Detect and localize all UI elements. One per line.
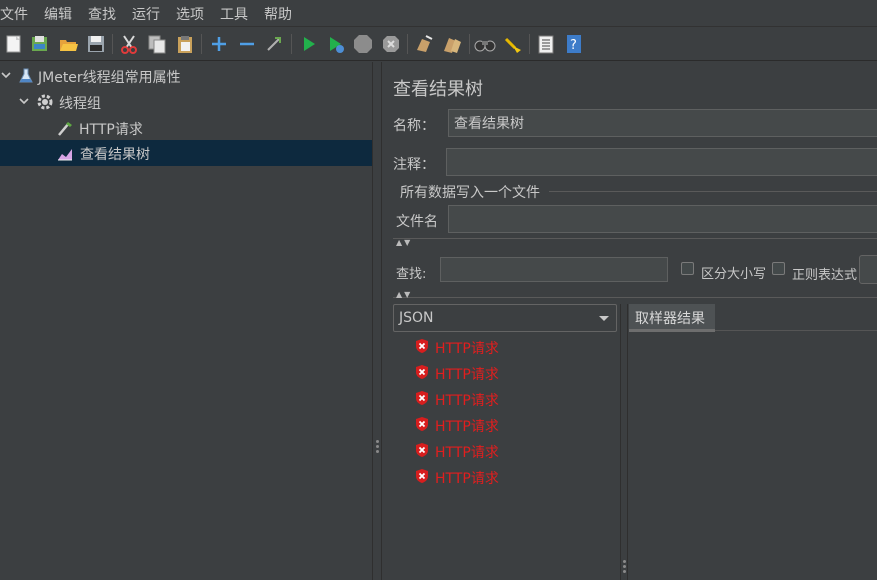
filename-field[interactable] [448, 205, 877, 233]
save-icon[interactable] [85, 33, 107, 55]
comment-label: 注释： [393, 157, 435, 173]
renderer-select[interactable]: JSON [393, 304, 617, 332]
result-label: HTTP请求 [435, 419, 499, 435]
start-no-pause-icon[interactable] [325, 33, 347, 55]
collapse-arrows-icon[interactable]: ▲▼ [396, 290, 412, 299]
search-input[interactable] [440, 257, 668, 282]
search-label: 查找: [396, 267, 427, 282]
chevron-down-icon [599, 316, 609, 321]
menu-bar: 文件 编辑 查找 运行 选项 工具 帮助 [0, 0, 877, 27]
name-field[interactable] [448, 109, 877, 137]
open-icon[interactable] [57, 33, 79, 55]
menu-search[interactable]: 查找 [88, 4, 116, 24]
result-label: HTTP请求 [435, 471, 499, 487]
search-icon[interactable] [474, 33, 496, 55]
regex-label: 正则表达式 [792, 268, 858, 283]
error-shield-icon [416, 365, 428, 379]
menu-help[interactable]: 帮助 [264, 4, 292, 24]
cut-icon[interactable] [118, 33, 140, 55]
clear-icon[interactable] [413, 33, 435, 55]
chevron-down-icon[interactable] [0, 68, 12, 82]
tree-item-http-request[interactable]: HTTP请求 [0, 115, 372, 141]
error-shield-icon [416, 391, 428, 405]
filename-label: 文件名 [396, 214, 438, 230]
view-results-tree-panel: 查看结果树 名称： 注释： 所有数据写入一个文件 文件名 ▲▼ 查找: 区分大小… [382, 62, 877, 580]
help-icon[interactable]: ? [563, 33, 585, 55]
new-file-icon[interactable] [3, 33, 25, 55]
menu-tools[interactable]: 工具 [220, 4, 248, 24]
tree-item-label: HTTP请求 [79, 122, 143, 138]
expand-icon[interactable] [208, 33, 230, 55]
clear-all-icon[interactable] [441, 33, 463, 55]
error-shield-icon [416, 469, 428, 483]
tab-label: 取样器结果 [635, 311, 705, 327]
test-plan-tree: JMeter线程组常用属性 线程组 HTTP请求 查看结果树 [0, 62, 372, 580]
paste-icon[interactable] [174, 33, 196, 55]
toggle-icon[interactable] [263, 33, 285, 55]
result-label: HTTP请求 [435, 445, 499, 461]
shutdown-icon[interactable] [380, 33, 402, 55]
stop-icon[interactable] [352, 33, 374, 55]
function-helper-icon[interactable] [535, 33, 557, 55]
result-label: HTTP请求 [435, 341, 499, 357]
test-plan-icon [19, 68, 33, 83]
split-pane-divider[interactable] [372, 62, 382, 580]
reset-search-icon[interactable] [502, 33, 524, 55]
collapse-icon[interactable] [236, 33, 258, 55]
error-shield-icon [416, 417, 428, 431]
collapse-arrows-icon[interactable]: ▲▼ [396, 238, 412, 247]
svg-text:?: ? [570, 38, 577, 53]
template-icon[interactable] [29, 33, 51, 55]
menu-options[interactable]: 选项 [176, 4, 204, 24]
comment-field[interactable] [446, 148, 877, 176]
start-icon[interactable] [298, 33, 320, 55]
chevron-down-icon[interactable] [18, 94, 30, 108]
menu-file[interactable]: 文件 [0, 4, 28, 24]
results-split-divider[interactable] [620, 304, 628, 580]
tab-sampler-result[interactable]: 取样器结果 [629, 304, 715, 332]
name-label: 名称： [393, 118, 435, 134]
case-sensitive-label: 区分大小写 [701, 267, 767, 282]
tree-item-label: 查看结果树 [80, 147, 150, 163]
renderer-select-value: JSON [399, 310, 434, 326]
tree-item-test-plan[interactable]: JMeter线程组常用属性 [0, 63, 372, 89]
error-shield-icon [416, 339, 428, 353]
page-title: 查看结果树 [393, 79, 483, 100]
regex-checkbox[interactable] [772, 262, 785, 275]
tree-item-label: 线程组 [59, 96, 101, 112]
case-sensitive-checkbox[interactable] [681, 262, 694, 275]
copy-icon[interactable] [146, 33, 168, 55]
menu-edit[interactable]: 编辑 [44, 4, 72, 24]
chart-icon [58, 149, 72, 161]
tree-item-label: JMeter线程组常用属性 [38, 70, 181, 86]
result-label: HTTP请求 [435, 367, 499, 383]
find-button[interactable] [859, 255, 877, 284]
result-label: HTTP请求 [435, 393, 499, 409]
toolbar: ? [0, 27, 877, 61]
tree-item-thread-group[interactable]: 线程组 [0, 89, 372, 115]
tree-item-view-results-tree[interactable]: 查看结果树 [0, 140, 372, 166]
gear-icon [37, 94, 53, 110]
pipette-icon [58, 122, 72, 136]
menu-run[interactable]: 运行 [132, 4, 160, 24]
error-shield-icon [416, 443, 428, 457]
file-group-label: 所有数据写入一个文件 [400, 185, 540, 201]
